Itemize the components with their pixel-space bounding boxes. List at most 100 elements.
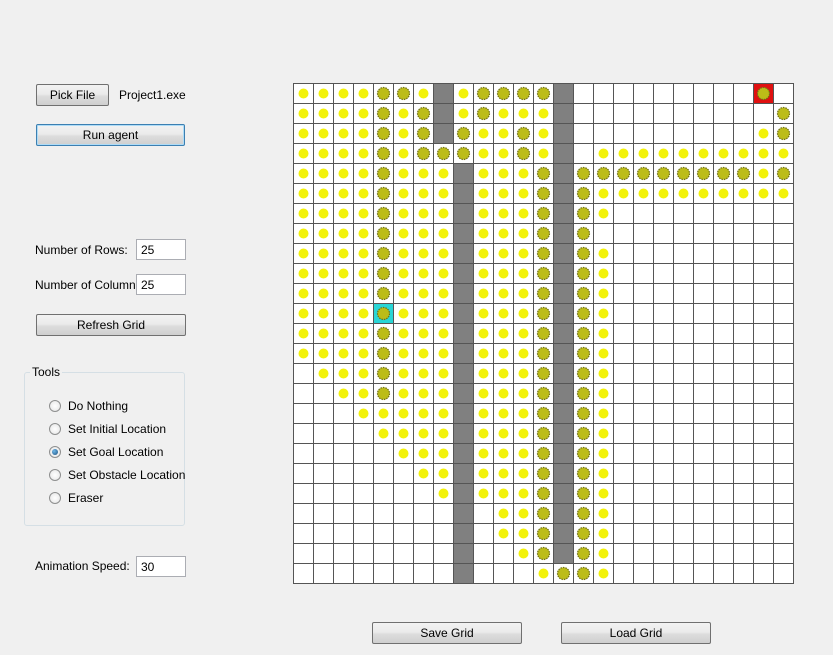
grid-cell-empty[interactable] [693, 383, 714, 404]
grid-cell-obstacle[interactable] [553, 483, 574, 504]
grid-cell-empty[interactable] [613, 223, 634, 244]
grid-cell-empty[interactable] [773, 443, 794, 464]
grid-cell-empty[interactable] [753, 423, 774, 444]
grid-cell-obstacle[interactable] [453, 363, 474, 384]
grid-cell-empty[interactable] [613, 323, 634, 344]
grid-cell-obstacle[interactable] [433, 103, 454, 124]
grid-cell-empty[interactable] [773, 263, 794, 284]
grid-cell-empty[interactable] [773, 363, 794, 384]
grid-cell-empty[interactable] [773, 403, 794, 424]
radio-label-set-obstacle[interactable]: Set Obstacle Location [68, 468, 185, 482]
grid-cell-obstacle[interactable] [453, 443, 474, 464]
grid-cell-empty[interactable] [733, 403, 754, 424]
grid-cell-empty[interactable] [653, 383, 674, 404]
grid-cell-empty[interactable] [673, 283, 694, 304]
grid-cell-empty[interactable] [693, 483, 714, 504]
grid-cell-empty[interactable] [733, 103, 754, 124]
grid-cell-empty[interactable] [673, 123, 694, 144]
grid-cell-obstacle[interactable] [453, 183, 474, 204]
grid-cell-empty[interactable] [633, 243, 654, 264]
grid-cell-empty[interactable] [753, 303, 774, 324]
grid-cell-empty[interactable] [673, 523, 694, 544]
radio-label-set-goal[interactable]: Set Goal Location [68, 445, 163, 459]
grid-cell-empty[interactable] [413, 563, 434, 584]
grid-cell-empty[interactable] [713, 523, 734, 544]
grid-cell-empty[interactable] [713, 243, 734, 264]
grid-cell-empty[interactable] [333, 443, 354, 464]
grid-cell-empty[interactable] [733, 463, 754, 484]
grid-cell-empty[interactable] [373, 503, 394, 524]
radio-eraser[interactable] [49, 492, 61, 504]
grid-cell-empty[interactable] [333, 463, 354, 484]
radio-set-goal[interactable] [49, 446, 61, 458]
grid-cell-empty[interactable] [693, 283, 714, 304]
grid-cell-empty[interactable] [613, 523, 634, 544]
grid-cell-empty[interactable] [333, 483, 354, 504]
grid-cell-empty[interactable] [333, 423, 354, 444]
grid-cell-obstacle[interactable] [553, 143, 574, 164]
grid-cell-empty[interactable] [733, 123, 754, 144]
grid-cell-empty[interactable] [673, 103, 694, 124]
grid-cell-empty[interactable] [753, 523, 774, 544]
grid-cell-empty[interactable] [773, 343, 794, 364]
grid-cell-empty[interactable] [373, 483, 394, 504]
grid-cell-empty[interactable] [433, 563, 454, 584]
grid-cell-obstacle[interactable] [553, 83, 574, 104]
grid-cell-empty[interactable] [733, 283, 754, 304]
grid-cell-obstacle[interactable] [553, 403, 574, 424]
grid-cell-empty[interactable] [313, 443, 334, 464]
grid-cell-empty[interactable] [613, 303, 634, 324]
grid-cell-empty[interactable] [773, 83, 794, 104]
grid-cell-empty[interactable] [653, 303, 674, 324]
grid-cell-empty[interactable] [773, 223, 794, 244]
grid-cell-empty[interactable] [653, 463, 674, 484]
grid-cell-empty[interactable] [713, 223, 734, 244]
grid-cell-empty[interactable] [293, 423, 314, 444]
grid-cell-empty[interactable] [293, 543, 314, 564]
grid-cell-empty[interactable] [393, 503, 414, 524]
grid-cell-empty[interactable] [353, 523, 374, 544]
grid-cell-empty[interactable] [733, 263, 754, 284]
grid-cell-empty[interactable] [773, 463, 794, 484]
grid-cell-empty[interactable] [733, 203, 754, 224]
grid-cell-empty[interactable] [313, 523, 334, 544]
grid-cell-empty[interactable] [473, 503, 494, 524]
grid-cell-empty[interactable] [693, 363, 714, 384]
grid-cell-empty[interactable] [713, 383, 734, 404]
grid-cell-empty[interactable] [753, 223, 774, 244]
grid-cell-obstacle[interactable] [553, 163, 574, 184]
grid-cell-empty[interactable] [773, 283, 794, 304]
grid-cell-obstacle[interactable] [453, 343, 474, 364]
grid-cell-empty[interactable] [333, 543, 354, 564]
grid-cell-empty[interactable] [693, 123, 714, 144]
grid-cell-empty[interactable] [653, 103, 674, 124]
columns-input[interactable] [136, 274, 186, 295]
grid-cell-empty[interactable] [673, 363, 694, 384]
grid-cell-empty[interactable] [733, 303, 754, 324]
grid-cell-empty[interactable] [413, 503, 434, 524]
grid-cell-empty[interactable] [313, 403, 334, 424]
grid-cell-empty[interactable] [673, 243, 694, 264]
grid-cell-empty[interactable] [673, 563, 694, 584]
grid-cell-obstacle[interactable] [453, 463, 474, 484]
grid-cell-empty[interactable] [653, 323, 674, 344]
grid-cell-empty[interactable] [653, 483, 674, 504]
grid-cell-empty[interactable] [693, 203, 714, 224]
grid-cell-obstacle[interactable] [453, 483, 474, 504]
grid-cell-empty[interactable] [573, 103, 594, 124]
save-grid-button[interactable]: Save Grid [372, 622, 522, 644]
grid-cell-empty[interactable] [633, 223, 654, 244]
grid-cell-empty[interactable] [733, 363, 754, 384]
grid-cell-empty[interactable] [613, 203, 634, 224]
grid-cell-empty[interactable] [473, 563, 494, 584]
grid-cell-empty[interactable] [293, 363, 314, 384]
run-agent-button[interactable]: Run agent [36, 124, 185, 146]
grid-cell-empty[interactable] [313, 543, 334, 564]
grid-cell-obstacle[interactable] [553, 183, 574, 204]
radio-label-do-nothing[interactable]: Do Nothing [68, 399, 128, 413]
grid-cell-empty[interactable] [613, 123, 634, 144]
grid-cell-empty[interactable] [433, 543, 454, 564]
grid-cell-empty[interactable] [673, 343, 694, 364]
grid-cell-empty[interactable] [333, 503, 354, 524]
grid-cell-empty[interactable] [393, 483, 414, 504]
